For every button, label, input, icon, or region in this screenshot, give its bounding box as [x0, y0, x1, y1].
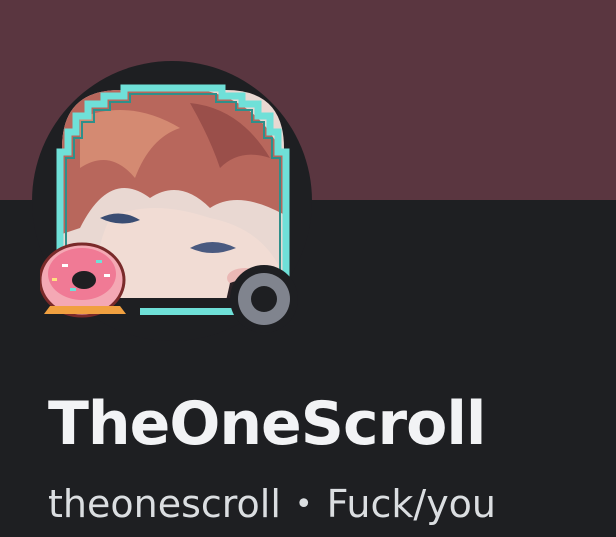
donut-icon	[40, 242, 126, 318]
pronouns: Fuck/you	[326, 482, 497, 526]
separator-dot: •	[294, 487, 313, 522]
offline-status-icon	[238, 273, 290, 325]
display-name: TheOneScroll	[48, 389, 486, 459]
username[interactable]: theonescroll	[48, 482, 281, 526]
user-profile-card: TheOneScroll theonescroll • Fuck/you	[0, 0, 616, 537]
status-hole	[251, 286, 277, 312]
profile-subline: theonescroll • Fuck/you	[48, 476, 496, 533]
